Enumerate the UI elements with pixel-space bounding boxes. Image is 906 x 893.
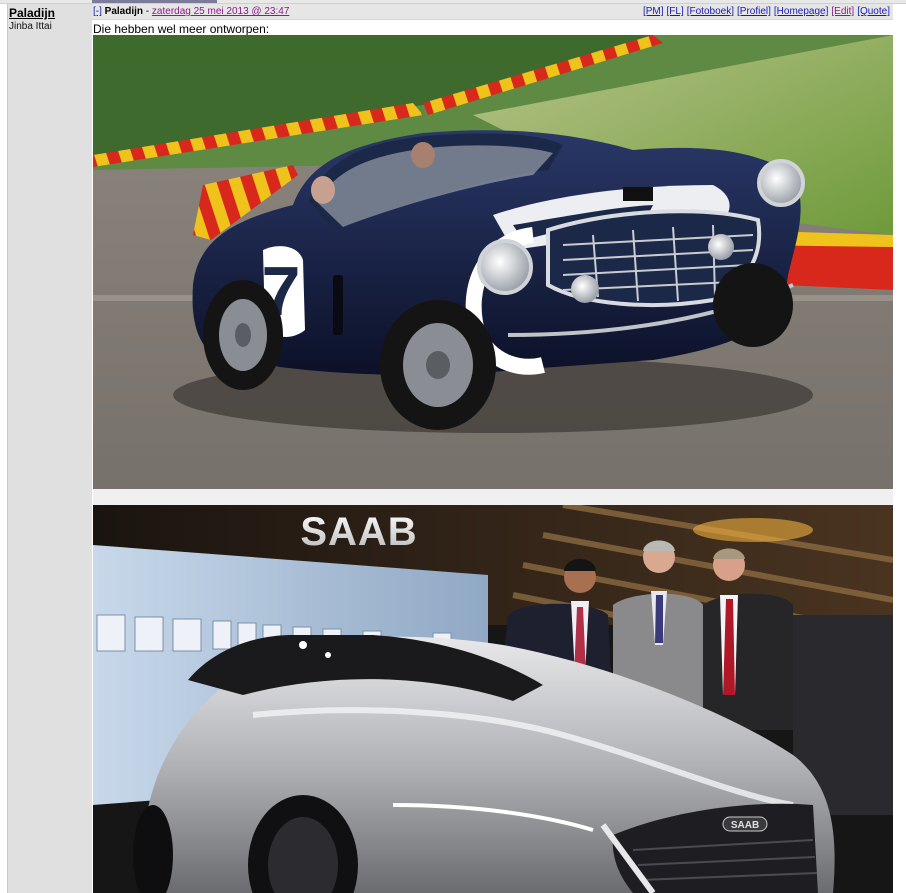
saab-photo: SAAB SAAB	[93, 505, 893, 893]
quote-link[interactable]: [Quote]	[857, 6, 890, 17]
collapse-toggle[interactable]: [-]	[93, 6, 102, 17]
post-header: [-] Paladijn - zaterdag 25 mei 2013 @ 23…	[92, 4, 893, 20]
fl-link[interactable]: [FL]	[667, 6, 684, 17]
meta-separator: -	[143, 6, 152, 17]
post-body-text: Die hebben wel meer ontworpen:	[93, 22, 270, 36]
author-name-link[interactable]: Paladijn	[9, 6, 55, 20]
ferrari-photo: 7	[93, 35, 893, 489]
saab-badge: SAAB	[731, 820, 759, 831]
post-author: Paladijn	[104, 6, 144, 17]
author-title: Jinba Ittai	[9, 21, 52, 32]
homepage-link[interactable]: [Homepage]	[774, 6, 828, 17]
edit-link[interactable]: [Edit]	[831, 6, 854, 17]
author-sidebar: Paladijn Jinba Ittai	[7, 4, 93, 893]
saab-sign: SAAB	[300, 510, 417, 554]
pm-link[interactable]: [PM]	[643, 6, 664, 17]
post-actions: [PM] [FL] [Fotoboek] [Profiel] [Homepage] [Ed…	[640, 6, 890, 17]
fotoboek-link[interactable]: [Fotoboek]	[687, 6, 734, 17]
image-spacer	[93, 489, 893, 505]
top-tab-marker	[92, 0, 217, 3]
post-meta: [-] Paladijn - zaterdag 25 mei 2013 @ 23…	[93, 6, 289, 17]
forum-post: [-] Paladijn - zaterdag 25 mei 2013 @ 23…	[92, 4, 893, 893]
profiel-link[interactable]: [Profiel]	[737, 6, 771, 17]
post-date-link[interactable]: zaterdag 25 mei 2013 @ 23:47	[152, 6, 289, 17]
